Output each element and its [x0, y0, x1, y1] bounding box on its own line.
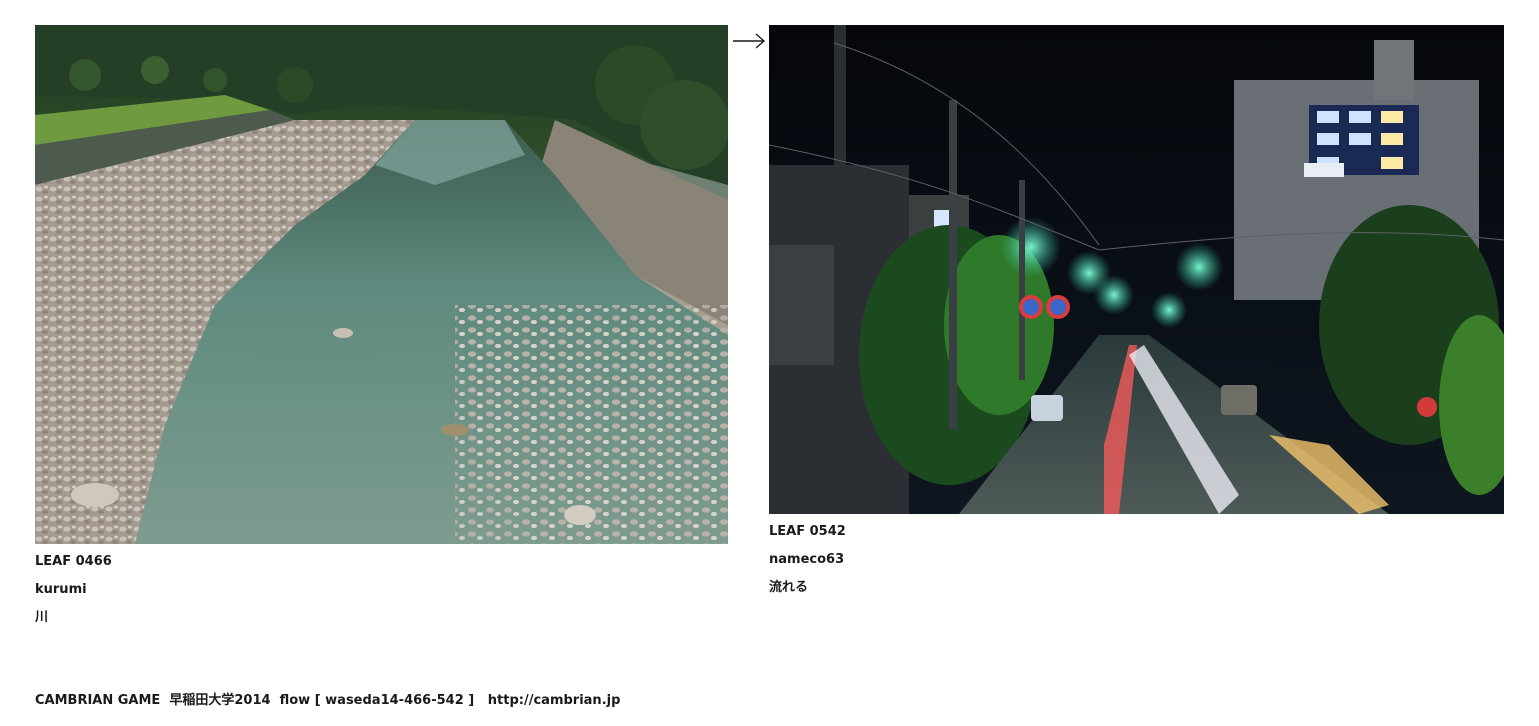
leaf-caption: LEAF 0542 nameco63 流れる — [769, 518, 1504, 602]
leaf-card-right: LEAF 0542 nameco63 流れる — [769, 25, 1504, 602]
footer-text: CAMBRIAN GAME 早稲田大学2014 flow [ waseda14-… — [35, 693, 488, 708]
leaf-id: LEAF 0466 — [35, 554, 112, 569]
leaf-title: 川 — [35, 610, 49, 625]
right-arrow-icon — [733, 33, 766, 49]
leaf-card-left: LEAF 0466 kurumi 川 — [35, 25, 728, 632]
leaf-caption: LEAF 0466 kurumi 川 — [35, 548, 728, 632]
leaf-title: 流れる — [769, 580, 809, 595]
footer: CAMBRIAN GAME 早稲田大学2014 flow [ waseda14-… — [35, 690, 620, 712]
leaf-author[interactable]: nameco63 — [769, 546, 1504, 574]
leaf-author[interactable]: kurumi — [35, 576, 728, 604]
night-street-photo[interactable] — [769, 25, 1504, 514]
leaf-id: LEAF 0542 — [769, 524, 846, 539]
river-photo[interactable] — [35, 25, 728, 544]
footer-link[interactable]: http://cambrian.jp — [488, 693, 621, 708]
